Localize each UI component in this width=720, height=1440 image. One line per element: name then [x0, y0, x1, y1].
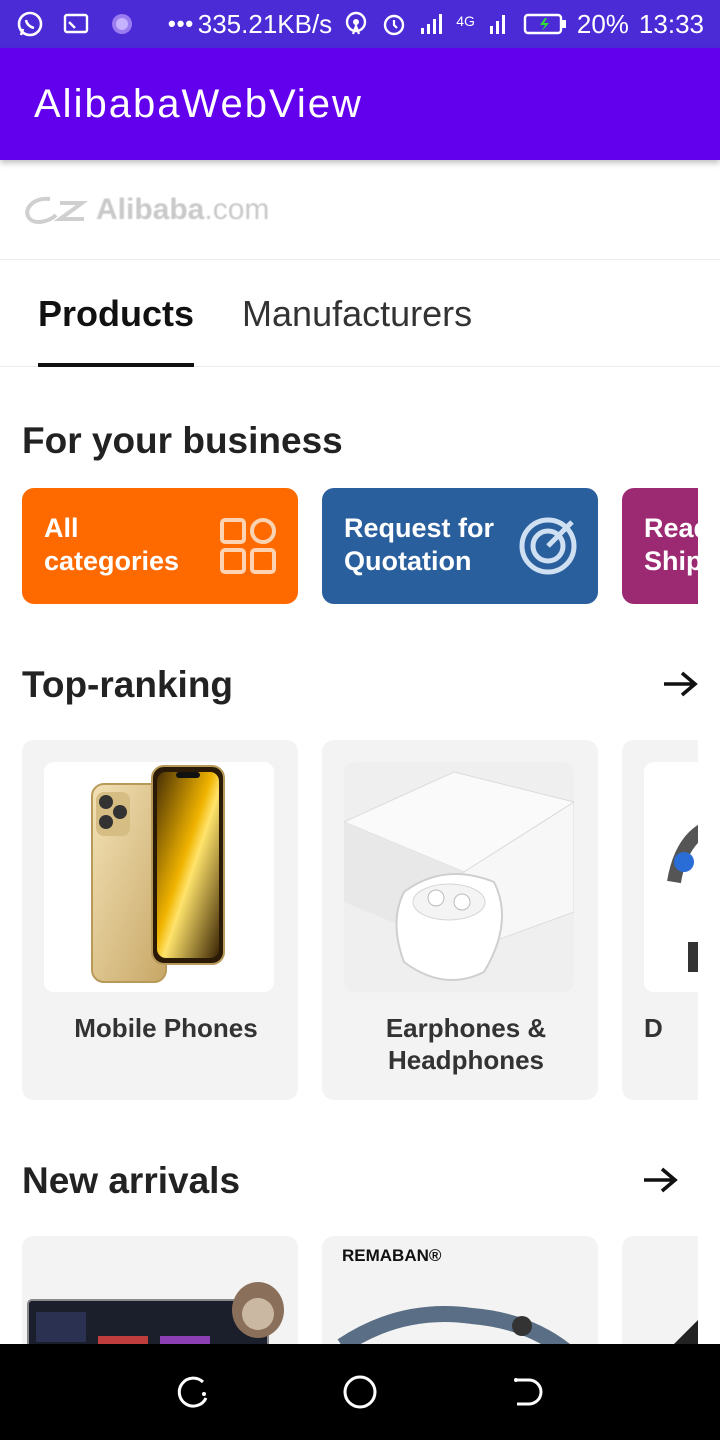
battery-icon: [523, 13, 566, 35]
target-icon: [519, 517, 577, 575]
battery-level: 20%: [576, 8, 629, 39]
product-label: Mobile Phones: [74, 1013, 258, 1043]
hotspot-icon: [345, 11, 367, 35]
ready-to-ship-card[interactable]: Ready to Ship: [622, 488, 698, 604]
alibaba-logo-icon[interactable]: [20, 191, 92, 229]
earphones-image: [344, 762, 574, 992]
product-card[interactable]: [22, 1236, 298, 1344]
network-type: 4G: [456, 12, 475, 29]
grid-icon: [220, 518, 276, 574]
tv-icon: [27, 1282, 284, 1344]
site-header: Alibaba.com: [0, 160, 720, 260]
app-icon: [112, 14, 132, 34]
top-ranking-more-button[interactable]: [660, 664, 700, 704]
signal-icon: [421, 14, 443, 34]
status-bar: ••• 335.21KB/s 4G 20% 13:33: [0, 0, 720, 48]
request-quotation-label: Request for Quotation: [344, 513, 495, 576]
all-categories-card[interactable]: All categories: [22, 488, 298, 604]
product-label: Earphones & Headphones: [385, 1013, 547, 1075]
phone-icon: [91, 765, 225, 983]
product-brand-badge: REMABAN®: [342, 1246, 442, 1265]
earphones-icon: [344, 762, 574, 992]
arrow-right-icon: [644, 1167, 678, 1193]
all-categories-label: All categories: [44, 513, 180, 576]
business-section-title: For your business: [22, 420, 343, 461]
tab-manufacturers[interactable]: Manufacturers: [242, 261, 472, 367]
recent-apps-icon[interactable]: [173, 1372, 213, 1412]
new-arrivals-row: REMABAN®: [22, 1236, 698, 1344]
app-bar: AlibabaWebView: [0, 48, 720, 160]
product-card[interactable]: Earphones & Headphones: [322, 740, 598, 1100]
product-label: D: [644, 1013, 663, 1043]
home-icon[interactable]: [340, 1372, 380, 1412]
tab-products[interactable]: Products: [38, 261, 195, 367]
ready-to-ship-label: Ready to Ship: [644, 513, 698, 576]
product-card[interactable]: D: [622, 740, 698, 1100]
product-card[interactable]: [622, 1236, 698, 1344]
business-cards-row: All categories Request for Quotation Rea…: [22, 488, 698, 604]
more-notifications-icon: •••: [168, 11, 195, 36]
top-ranking-title: Top-ranking: [22, 664, 234, 705]
back-icon[interactable]: [507, 1372, 547, 1412]
cast-icon: [63, 13, 89, 34]
app-title: AlibabaWebView: [34, 81, 363, 126]
cable-icon: [667, 824, 698, 972]
product-card[interactable]: REMABAN®: [322, 1236, 598, 1344]
alarm-icon: [383, 14, 405, 36]
product-card[interactable]: Mobile Phones: [22, 740, 298, 1100]
arrow-right-icon: [664, 671, 698, 697]
signal-2-icon: [489, 15, 505, 34]
logo-brand: Alibaba: [96, 192, 205, 226]
mobile-phones-image: [44, 762, 274, 992]
site-logo-text[interactable]: Alibaba.com: [96, 193, 269, 227]
system-nav-bar: [0, 1344, 720, 1440]
top-ranking-row: Mobile Phones Earphones & Headphones D: [22, 740, 698, 1100]
whatsapp-icon: [17, 11, 43, 37]
goggles-icon: [337, 1306, 571, 1344]
clock: 13:33: [638, 8, 704, 39]
category-tabs: Products Manufacturers: [0, 261, 720, 367]
tv-image: [22, 1236, 298, 1344]
cable-image: [644, 762, 698, 992]
new-arrivals-more-button[interactable]: [640, 1160, 680, 1200]
product-thumb-icon: [674, 1320, 698, 1344]
request-quotation-card[interactable]: Request for Quotation: [322, 488, 598, 604]
logo-domain: .com: [204, 192, 270, 226]
new-arrivals-title: New arrivals: [22, 1160, 241, 1201]
network-speed: 335.21KB/s: [197, 8, 333, 39]
